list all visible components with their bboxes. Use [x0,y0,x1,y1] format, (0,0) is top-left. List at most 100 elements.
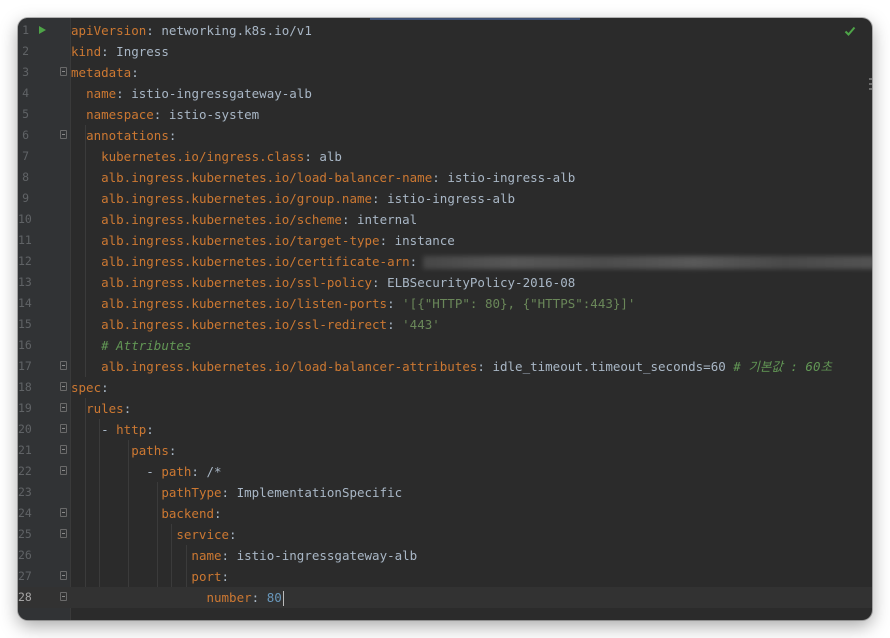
code-line[interactable]: 2 kind: Ingress [18,41,872,62]
fold-toggle-icon[interactable] [60,67,67,76]
code-token: : [168,128,177,143]
code-token: path [161,464,192,479]
code-token: kind [71,44,102,59]
code-line[interactable]: 14 alb.ingress.kubernetes.io/listen-port… [18,293,872,314]
code-line[interactable]: 27 port: [18,566,872,587]
code-text: metadata: [71,62,139,83]
fold-toggle-icon[interactable] [60,508,67,517]
line-number: 26 [18,548,32,562]
code-token: '[{"HTTP": 80}, {"HTTPS":443}]' [402,296,636,311]
code-line[interactable]: 18 spec: [18,377,872,398]
code-token: : [304,149,320,164]
code-line[interactable]: 26 name: istio-ingressgateway-alb [18,545,872,566]
code-line[interactable]: 19 rules: [18,398,872,419]
code-token: # 기본값 : 60초 [733,359,832,374]
run-icon[interactable] [39,26,46,34]
code-line[interactable]: 12 alb.ingress.kubernetes.io/certificate… [18,251,872,272]
code-token: : [379,233,395,248]
code-text: spec: [71,377,109,398]
code-text: annotations: [71,125,176,146]
code-line[interactable]: 7 kubernetes.io/ingress.class: alb [18,146,872,167]
code-token: : [221,569,230,584]
code-line[interactable]: 21 paths: [18,440,872,461]
code-text: alb.ingress.kubernetes.io/listen-ports: … [71,293,635,314]
code-line[interactable]: 6 annotations: [18,125,872,146]
code-text: - http: [71,419,154,440]
fold-toggle-icon[interactable] [60,529,67,538]
code-line[interactable]: 20 - http: [18,419,872,440]
code-token: alb.ingress.kubernetes.io/certificate-ar… [101,254,410,269]
line-number: 21 [18,443,32,457]
code-line[interactable]: 13 alb.ingress.kubernetes.io/ssl-policy:… [18,272,872,293]
fold-toggle-icon[interactable] [60,445,67,454]
code-line[interactable]: 1 apiVersion: networking.k8s.io/v1 [18,20,872,41]
code-line[interactable]: 24 backend: [18,503,872,524]
line-number: 10 [18,212,32,226]
code-token: : [387,296,403,311]
code-token: : [116,86,132,101]
fold-toggle-icon[interactable] [60,403,67,412]
code-token: : [409,254,418,269]
code-text: backend: [71,503,222,524]
code-token: : [372,275,388,290]
line-number: 27 [18,569,32,583]
code-line[interactable]: 11 alb.ingress.kubernetes.io/target-type… [18,230,872,251]
code-token: istio-ingress-alb [387,191,516,206]
fold-toggle-icon[interactable] [60,382,67,391]
fold-toggle-icon[interactable] [60,592,67,601]
code-line[interactable]: 25 service: [18,524,872,545]
code-token: : [191,464,207,479]
code-line[interactable]: 15 alb.ingress.kubernetes.io/ssl-redirec… [18,314,872,335]
line-number: 9 [22,191,29,205]
line-number: 7 [22,149,29,163]
code-line[interactable]: 4 name: istio-ingressgateway-alb [18,83,872,104]
fold-toggle-icon[interactable] [60,130,67,139]
code-text: alb.ingress.kubernetes.io/target-type: i… [71,230,455,251]
code-token: apiVersion [71,23,147,38]
check-icon[interactable] [844,25,856,37]
line-number: 17 [18,359,32,373]
fold-toggle-icon[interactable] [60,571,67,580]
code-line[interactable]: 28 number: 80 [18,587,872,608]
line-number: 1 [22,23,29,37]
code-token: spec [71,380,102,395]
code-editor[interactable]: 1 apiVersion: networking.k8s.io/v1 2 kind: … [18,18,872,620]
code-token: alb.ingress.kubernetes.io/ssl-redirect [101,317,388,332]
code-line[interactable]: 10 alb.ingress.kubernetes.io/scheme: int… [18,209,872,230]
code-token: number [206,590,252,605]
code-token: : [146,422,154,437]
line-number: 18 [18,380,32,394]
fold-toggle-icon[interactable] [60,424,67,433]
fold-toggle-icon[interactable] [60,466,67,475]
fold-toggle-icon[interactable] [60,361,67,370]
code-token: istio-ingress-alb [447,170,576,185]
code-line[interactable]: 23 pathType: ImplementationSpecific [18,482,872,503]
code-token: Ingress [116,44,169,59]
code-line[interactable]: 3 metadata: [18,62,872,83]
code-line[interactable]: 22 - path: /* [18,461,872,482]
text-caret [282,591,284,606]
code-text: port: [71,566,229,587]
code-line[interactable]: 8 alb.ingress.kubernetes.io/load-balance… [18,167,872,188]
code-text: kind: Ingress [71,41,169,62]
code-line[interactable]: 17 alb.ingress.kubernetes.io/load-balanc… [18,356,872,377]
code-token: service [176,527,230,542]
code-text: rules: [71,398,131,419]
code-line[interactable]: 9 alb.ingress.kubernetes.io/group.name: … [18,188,872,209]
scrollbar-markers[interactable] [869,78,872,102]
code-token: /* [206,464,222,479]
code-token: : [214,506,222,521]
code-token: alb.ingress.kubernetes.io/group.name [101,191,373,206]
code-token: - [71,464,162,479]
code-line[interactable]: 16 # Attributes [18,335,872,356]
code-token: idle_timeout.timeout_seconds=60 [492,359,734,374]
code-line[interactable]: 5 namespace: istio-system [18,104,872,125]
code-token: rules [86,401,124,416]
